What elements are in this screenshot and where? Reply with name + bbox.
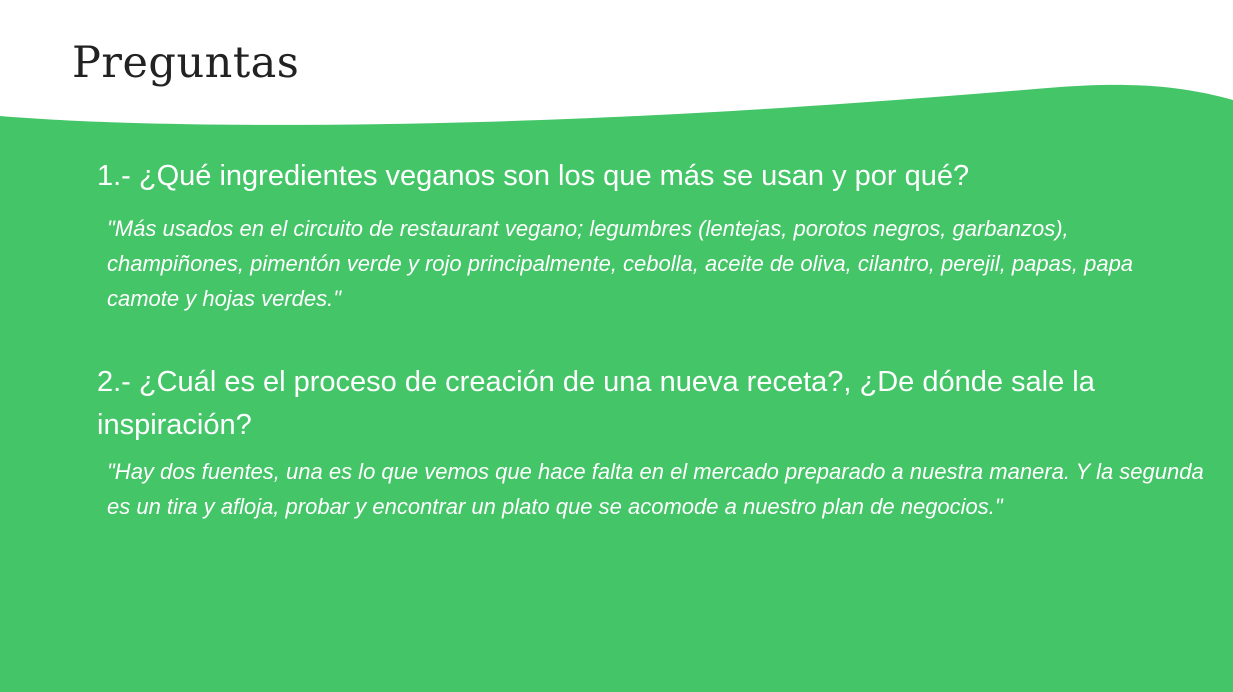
question-2: 2.- ¿Cuál es el proceso de creación de u… [97,366,1095,441]
slide-title: Preguntas [72,38,300,88]
green-wave-background [0,84,1233,692]
question-1: 1.- ¿Qué ingredientes veganos son los qu… [97,160,970,192]
answer-1: "Más usados en el circuito de restaurant… [107,216,1134,311]
answer-2: "Hay dos fuentes, una es lo que vemos qu… [107,459,1204,519]
presentation-slide: Preguntas 1.- ¿Qué ingredientes veganos … [0,0,1233,692]
